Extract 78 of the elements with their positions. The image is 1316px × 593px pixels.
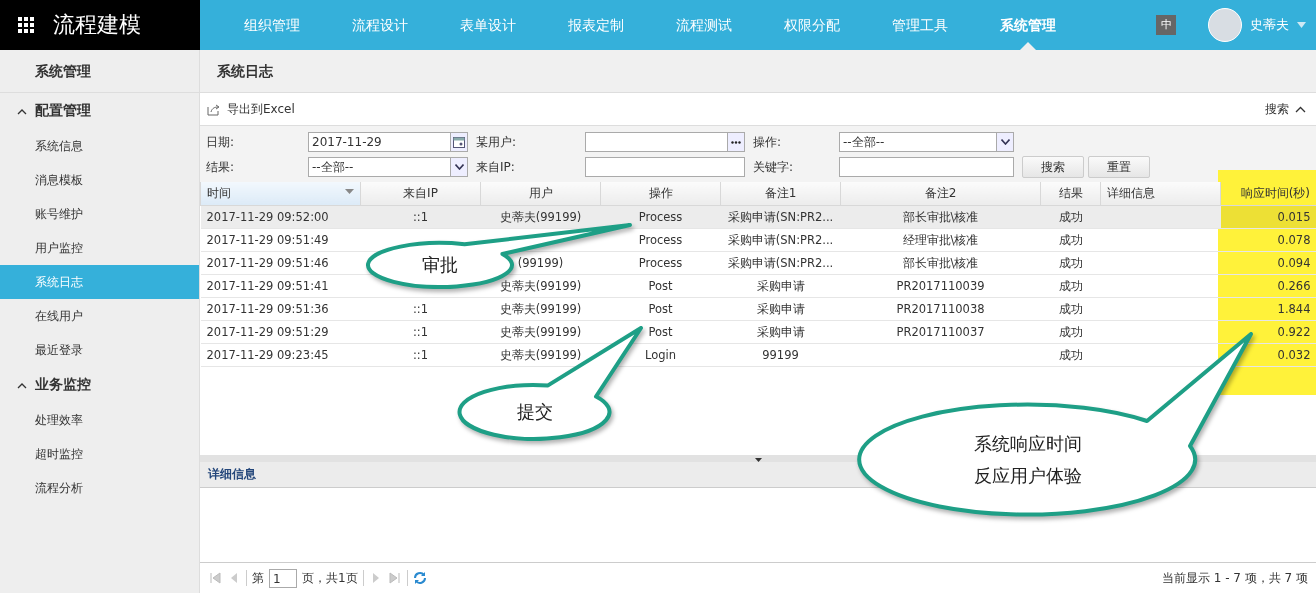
sidebar-group[interactable]: 配置管理 (0, 93, 199, 129)
table-cell: 采购申请 (720, 320, 841, 344)
filter-label: 来自IP: (475, 158, 516, 176)
app-title: 流程建模 (53, 11, 141, 39)
table-cell: PR2017110039 (840, 274, 1041, 298)
page-title: 系统日志 (200, 50, 1316, 93)
table-cell: 2017-11-29 09:23:45 (200, 343, 361, 367)
reset-button[interactable]: 重置 (1088, 156, 1150, 178)
table-cell: Process (600, 251, 721, 275)
input-field[interactable]: 2017-11-29 (308, 132, 468, 152)
sidebar-item[interactable]: 用户监控 (0, 231, 199, 265)
table-cell: 部长审批\核准 (840, 251, 1041, 275)
sidebar-item[interactable]: 处理效率 (0, 403, 199, 437)
table-cell: 成功 (1040, 297, 1101, 321)
table-cell: 史蒂夫(99199) (480, 297, 601, 321)
table-cell: 经理审批\核准 (840, 228, 1041, 252)
table-cell: 2017-11-29 09:52:00 (200, 205, 361, 229)
table-cell: 成功 (1040, 251, 1101, 275)
sidebar-item[interactable]: 在线用户 (0, 299, 199, 333)
table-cell: 0.015 (1220, 205, 1316, 229)
callout-text: 审批 (422, 253, 458, 277)
table-cell: ::1 (360, 320, 481, 344)
sidebar-item[interactable]: 系统信息 (0, 129, 199, 163)
sidebar-group[interactable]: 业务监控 (0, 367, 199, 403)
table-cell: 采购申请 (720, 274, 841, 298)
table-cell: 采购申请(SN:PR2... (720, 205, 841, 229)
callout-text: 系统响应时间 反应用户体验 (974, 432, 1082, 488)
search-toggle[interactable]: 搜索 (1265, 100, 1306, 118)
table-cell: 2017-11-29 09:51:36 (200, 297, 361, 321)
sidebar-item[interactable]: 流程分析 (0, 471, 199, 505)
column-header[interactable]: 来自IP (360, 182, 481, 206)
export-button[interactable]: 导出到Excel (207, 100, 295, 118)
table-cell: 采购申请(SN:PR2... (720, 251, 841, 275)
search-button[interactable]: 搜索 (1022, 156, 1084, 178)
table-cell: PR2017110037 (840, 320, 1041, 344)
table-cell: 2017-11-29 09:51:46 (200, 251, 361, 275)
column-header[interactable]: 操作 (600, 182, 721, 206)
table-cell: 采购申请 (720, 297, 841, 321)
page-input[interactable]: 1 (269, 568, 297, 588)
column-header[interactable]: 详细信息 (1100, 182, 1221, 206)
dropdown[interactable]: --全部-- (308, 157, 468, 177)
column-header[interactable]: 时间 (200, 182, 361, 206)
pager-summary: 当前显示 1 - 7 项，共 7 项 (1161, 569, 1308, 587)
column-header[interactable]: 备注1 (720, 182, 841, 206)
table-cell: 成功 (1040, 228, 1101, 252)
table-cell: 成功 (1040, 274, 1101, 298)
dropdown[interactable]: --全部-- (839, 132, 1014, 152)
filter-label: 结果: (206, 158, 236, 176)
sidebar-item[interactable]: 账号维护 (0, 197, 199, 231)
table-cell: Post (600, 297, 721, 321)
table-cell: Post (600, 274, 721, 298)
language-button[interactable]: 中 (1156, 15, 1176, 35)
table-cell: ::1 (360, 297, 481, 321)
table-cell: 采购申请(SN:PR2... (720, 228, 841, 252)
table-cell: 成功 (1040, 320, 1101, 344)
table-cell: 2017-11-29 09:51:49 (200, 228, 361, 252)
table-cell: 2017-11-29 09:51:29 (200, 320, 361, 344)
filter-label: 某用户: (475, 133, 518, 151)
sidebar-item[interactable]: 最近登录 (0, 333, 199, 367)
table-cell: 部长审批\核准 (840, 205, 1041, 229)
column-header[interactable]: 用户 (480, 182, 601, 206)
column-header[interactable]: 备注2 (840, 182, 1041, 206)
table-cell: PR2017110038 (840, 297, 1041, 321)
pager-label: 页，共1页 (302, 569, 358, 587)
table-cell: 成功 (1040, 343, 1101, 367)
filter-label: 关键字: (752, 158, 795, 176)
table-cell: ::1 (360, 205, 481, 229)
sidebar-item[interactable]: 消息模板 (0, 163, 199, 197)
table-cell: ::1 (360, 343, 481, 367)
table-cell: 2017-11-29 09:51:41 (200, 274, 361, 298)
pager-label: 第 (252, 569, 264, 587)
filter-label: 日期: (206, 133, 236, 151)
callout-text: 提交 (517, 400, 553, 424)
column-header[interactable]: 结果 (1040, 182, 1101, 206)
filter-label: 操作: (752, 133, 783, 151)
sidebar-item[interactable]: 超时监控 (0, 437, 199, 471)
table-cell: 99199 (720, 343, 841, 367)
sidebar-title: 系统管理 (0, 50, 199, 93)
